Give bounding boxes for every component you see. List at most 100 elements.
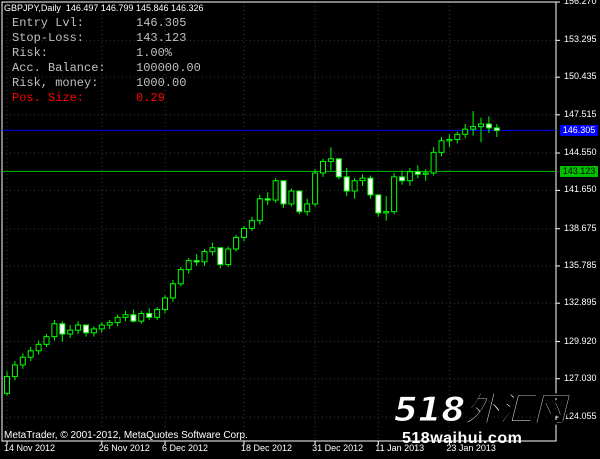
chart-header: GBPJPY,Daily 146.497 146.799 145.846 146… <box>4 3 204 13</box>
candle-bear <box>280 180 287 205</box>
candle-bull <box>478 123 484 128</box>
candle-bull <box>391 176 398 213</box>
candle-bull <box>422 172 429 175</box>
candle-bull <box>35 343 42 352</box>
info-label: Entry Lvl: <box>12 16 85 30</box>
info-row: Acc. Balance: 100000.00 <box>12 61 201 76</box>
candle-bull <box>470 126 477 130</box>
candle-bull <box>320 160 326 174</box>
price-tick-label: 147.515 <box>564 108 597 119</box>
entry-price-tag: 146.305 <box>560 125 598 137</box>
price-tick-label: 153.295 <box>564 34 597 45</box>
price-tick-label: 144.550 <box>564 147 597 157</box>
candle-bull <box>288 190 295 205</box>
info-row: Pos. Size: 0.29 <box>12 91 165 106</box>
trading-chart[interactable]: GBPJPY,Daily 146.497 146.799 145.846 146… <box>0 0 600 459</box>
info-label: Pos. Size: <box>12 91 85 105</box>
candle-bear <box>83 324 89 334</box>
candle-bear <box>414 171 421 175</box>
watermark-url: 518waihui.com <box>402 430 523 447</box>
candle-bull <box>122 314 129 318</box>
candle-bull <box>177 269 184 285</box>
time-tick-label: 26 Nov 2012 <box>98 443 150 453</box>
candle-bear <box>493 127 500 131</box>
symbol-timeframe: GBPJPY,Daily <box>4 3 61 13</box>
candle-bull <box>248 220 255 229</box>
candle-bull <box>256 198 263 222</box>
candle-bull <box>98 324 105 330</box>
candle-bull <box>462 128 469 135</box>
time-tick-label: 6 Dec 2012 <box>162 443 209 453</box>
candle-bear <box>485 123 492 129</box>
candle-bull <box>51 323 58 338</box>
info-value: 1.00% <box>136 46 173 60</box>
candle-bull <box>201 251 208 263</box>
candle-bull <box>4 376 10 394</box>
candle-bear <box>130 314 137 322</box>
info-row: Entry Lvl: 146.305 <box>12 16 186 31</box>
candle-bull <box>114 316 121 323</box>
info-label: Acc. Balance: <box>12 61 106 75</box>
price-tick-label: 132.895 <box>564 297 597 308</box>
info-row: Risk: 1.00% <box>12 46 172 61</box>
price-tick-label: 138.675 <box>564 222 597 233</box>
candle-bull <box>162 297 168 311</box>
info-value: 146.305 <box>136 16 187 30</box>
candle-bull <box>209 247 216 253</box>
price-tick-label: 135.785 <box>564 259 597 270</box>
time-tick-label: 18 Dec 2012 <box>241 443 293 453</box>
candle-bull <box>138 312 145 322</box>
candle-bull <box>154 309 161 318</box>
candle-bull <box>241 227 247 238</box>
candle-bear <box>59 323 66 335</box>
price-tick-label: 141.650 <box>564 184 597 195</box>
candle-bull <box>351 180 358 192</box>
candle-bear <box>296 190 303 213</box>
ohlc-values: 146.497 146.799 145.846 146.326 <box>65 3 204 13</box>
info-value: 100000.00 <box>136 61 201 75</box>
candle-bull <box>43 336 50 345</box>
candle-bull <box>67 329 74 335</box>
candle-bull <box>169 283 176 299</box>
candle-bull <box>185 260 192 271</box>
watermark-logo: 518外汇网 <box>394 390 573 430</box>
candle-bear <box>343 176 350 192</box>
candle-bull <box>446 138 453 142</box>
info-label: Risk, money: <box>12 76 99 90</box>
copyright-text: MetaTrader, © 2001-2012, MetaQuotes Soft… <box>4 430 248 441</box>
candle-bull <box>19 356 26 366</box>
candle-bull <box>106 321 113 326</box>
candle-bear <box>367 177 374 196</box>
time-tick-label: 31 Dec 2012 <box>312 443 364 453</box>
candle-bull <box>233 236 240 250</box>
candle-bear <box>375 194 382 214</box>
watermark-cn-text: 518外汇网 <box>394 390 572 429</box>
candle-bull <box>11 364 18 378</box>
candle-bull <box>304 203 311 213</box>
price-tick-label: 129.920 <box>564 335 597 346</box>
price-tick-label: 127.030 <box>564 372 597 383</box>
stop-loss-price-tag: 143.123 <box>560 166 598 178</box>
info-value: 143.123 <box>136 31 187 45</box>
candle-bull <box>272 180 279 201</box>
price-tick-label: 156.270 <box>564 0 597 6</box>
info-value: 0.29 <box>136 91 165 105</box>
candle-bull <box>454 133 461 140</box>
candle-bull <box>430 151 437 174</box>
info-value: 1000.00 <box>136 76 187 90</box>
time-tick-label: 14 Nov 2012 <box>4 443 56 453</box>
info-label: Risk: <box>12 46 49 60</box>
candle-bear <box>146 312 153 318</box>
candle-bull <box>225 248 232 265</box>
info-row: Stop-Loss: 143.123 <box>12 31 186 46</box>
candle-bull <box>90 328 97 334</box>
candle-bear <box>193 260 200 263</box>
candle-bull <box>75 324 82 331</box>
info-row: Risk, money: 1000.00 <box>12 76 186 91</box>
candle-bull <box>359 177 366 182</box>
candle-bear <box>264 198 271 201</box>
candle-bull <box>27 350 34 358</box>
candle-bull <box>383 211 390 214</box>
candle-bear <box>217 247 224 265</box>
candle-bull <box>438 140 445 153</box>
